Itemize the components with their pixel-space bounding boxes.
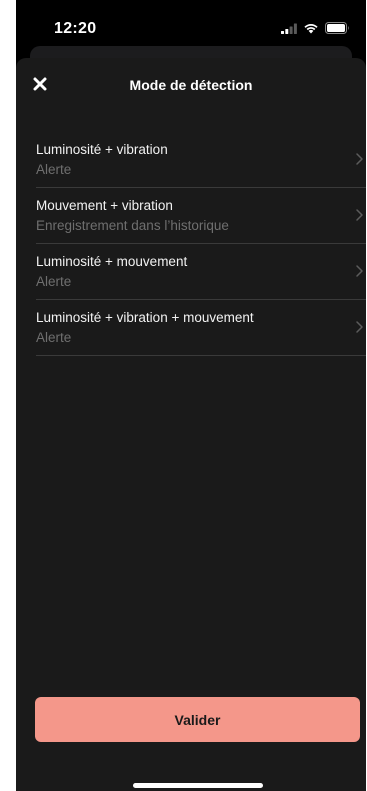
option-title: Luminosité + vibration [36, 142, 168, 157]
status-time: 12:20 [54, 20, 97, 37]
option-subtitle: Alerte [36, 162, 72, 177]
list-item[interactable]: Luminosité + vibration Alerte [36, 132, 366, 188]
cellular-signal-icon [281, 23, 297, 34]
chevron-right-icon [356, 209, 363, 221]
phone-screen: 12:20 Mode de détection Luminosité + vib… [16, 0, 366, 791]
chevron-right-icon [356, 153, 363, 165]
list-item[interactable]: Luminosité + vibration + mouvement Alert… [36, 300, 366, 356]
list-item[interactable]: Luminosité + mouvement Alerte [36, 244, 366, 300]
validate-button[interactable]: Valider [35, 697, 360, 742]
option-subtitle: Alerte [36, 330, 72, 345]
status-icons [281, 22, 350, 34]
status-bar: 12:20 [16, 0, 366, 52]
detection-mode-sheet: Mode de détection Luminosité + vibration… [16, 58, 366, 791]
option-subtitle: Alerte [36, 274, 72, 289]
home-indicator[interactable] [133, 783, 263, 788]
wifi-icon [304, 23, 318, 34]
sheet-header: Mode de détection [16, 58, 366, 116]
page-title: Mode de détection [129, 77, 253, 93]
option-title: Luminosité + mouvement [36, 254, 188, 269]
chevron-right-icon [356, 265, 363, 277]
list-item[interactable]: Mouvement + vibration Enregistrement dan… [36, 188, 366, 244]
detection-mode-list: Luminosité + vibration Alerte Mouvement … [36, 132, 366, 356]
option-title: Luminosité + vibration + mouvement [36, 310, 254, 325]
battery-icon [325, 22, 349, 34]
option-title: Mouvement + vibration [36, 198, 173, 213]
close-icon[interactable] [30, 74, 52, 96]
chevron-right-icon [356, 321, 363, 333]
option-subtitle: Enregistrement dans l’historique [36, 218, 229, 233]
